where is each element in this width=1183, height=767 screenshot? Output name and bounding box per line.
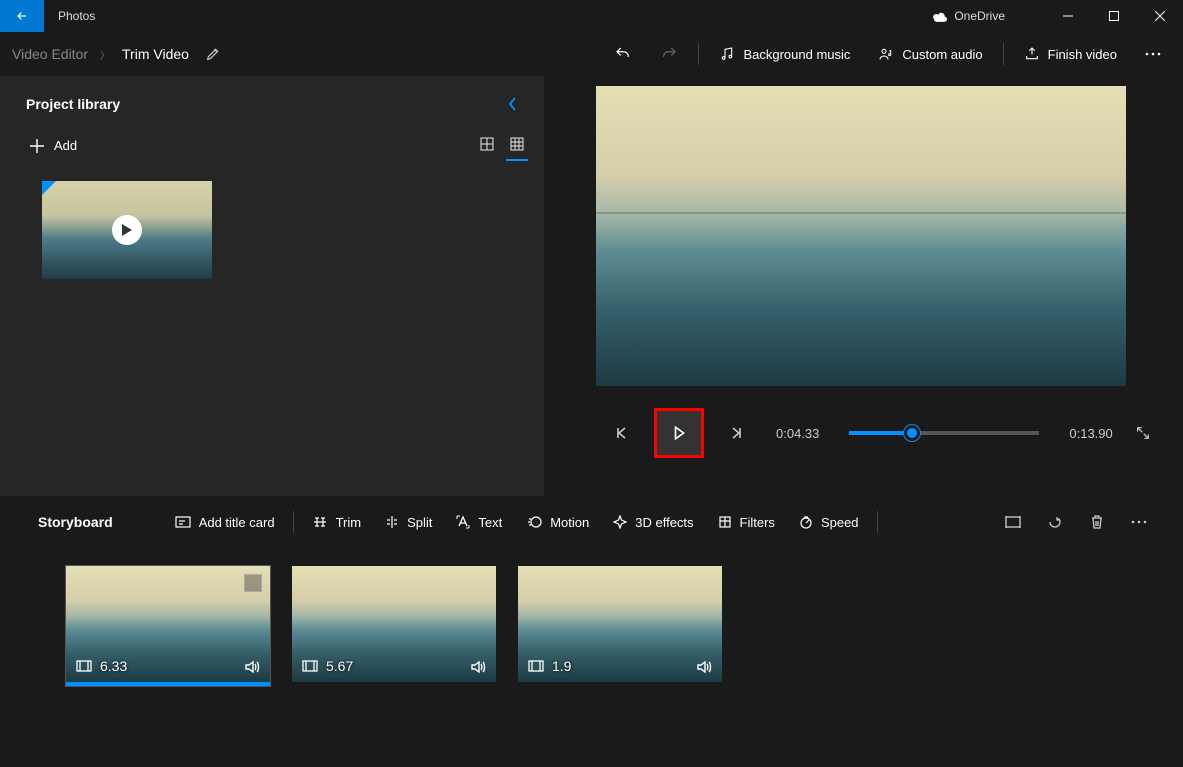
close-button[interactable] xyxy=(1137,0,1183,32)
background-music-button[interactable]: Background music xyxy=(705,32,864,76)
plus-icon xyxy=(30,139,44,153)
redo-button xyxy=(646,32,692,76)
storyboard-clip[interactable]: 5.67 xyxy=(292,566,496,686)
text-button[interactable]: Text xyxy=(444,496,514,548)
split-button[interactable]: Split xyxy=(373,496,444,548)
app-title: Photos xyxy=(58,9,95,23)
export-icon xyxy=(1024,46,1040,62)
titlebar: Photos OneDrive xyxy=(0,0,1183,32)
speed-button[interactable]: Speed xyxy=(787,496,871,548)
volume-icon[interactable] xyxy=(696,660,712,674)
onedrive-status[interactable]: OneDrive xyxy=(932,9,1005,23)
clip-icon xyxy=(528,660,544,672)
clip-icon xyxy=(302,660,318,672)
clip-duration: 5.67 xyxy=(302,658,353,674)
library-clip[interactable] xyxy=(42,181,212,279)
cloud-icon xyxy=(932,11,948,22)
play-overlay-icon xyxy=(112,215,142,245)
trim-button[interactable]: Trim xyxy=(300,496,374,548)
back-button[interactable] xyxy=(0,0,44,32)
custom-audio-button[interactable]: Custom audio xyxy=(864,32,996,76)
clip-duration: 6.33 xyxy=(76,658,127,674)
view-small-button[interactable] xyxy=(510,137,524,155)
playback-controls: 0:04.33 0:13.90 xyxy=(596,408,1159,458)
library-title: Project library xyxy=(26,96,120,112)
text-icon xyxy=(456,515,470,529)
chevron-right-icon: 〉 xyxy=(100,47,110,62)
3d-effects-button[interactable]: 3D effects xyxy=(601,496,705,548)
fullscreen-button[interactable] xyxy=(1135,425,1151,441)
sparkle-icon xyxy=(613,515,627,529)
resize-button[interactable] xyxy=(999,508,1027,536)
volume-icon[interactable] xyxy=(470,660,486,674)
more-button[interactable] xyxy=(1131,32,1175,76)
volume-icon[interactable] xyxy=(244,660,260,674)
minimize-button[interactable] xyxy=(1045,0,1091,32)
music-icon xyxy=(719,46,735,62)
clip-duration: 1.9 xyxy=(528,658,571,674)
storyboard-clip[interactable]: 6.33 xyxy=(66,566,270,686)
clip-icon xyxy=(76,660,92,672)
collapse-library-button[interactable] xyxy=(508,96,518,112)
storyboard-more-button[interactable] xyxy=(1125,508,1153,536)
next-frame-button[interactable] xyxy=(718,415,754,451)
seek-thumb[interactable] xyxy=(904,425,920,441)
delete-button[interactable] xyxy=(1083,508,1111,536)
finish-video-button[interactable]: Finish video xyxy=(1010,32,1131,76)
play-button[interactable] xyxy=(654,408,704,458)
person-audio-icon xyxy=(878,46,894,62)
breadcrumb-root[interactable]: Video Editor xyxy=(12,46,88,62)
seek-slider[interactable] xyxy=(849,431,1039,435)
maximize-button[interactable] xyxy=(1091,0,1137,32)
filters-icon xyxy=(718,515,732,529)
total-time: 0:13.90 xyxy=(1069,426,1112,441)
speed-icon xyxy=(799,515,813,529)
storyboard-panel: Storyboard Add title card Trim Split Tex… xyxy=(0,496,1183,686)
split-icon xyxy=(385,515,399,529)
view-large-button[interactable] xyxy=(480,137,494,155)
trim-icon xyxy=(312,515,328,529)
filters-button[interactable]: Filters xyxy=(706,496,787,548)
undo-button[interactable] xyxy=(600,32,646,76)
top-toolbar: Video Editor 〉 Trim Video Background mus… xyxy=(0,32,1183,76)
clips-strip: 6.33 5.67 1.9 xyxy=(0,548,1183,686)
preview-panel: 0:04.33 0:13.90 xyxy=(544,76,1183,496)
rename-button[interactable] xyxy=(205,46,221,62)
ellipsis-icon xyxy=(1145,52,1161,56)
motion-icon xyxy=(526,515,542,529)
previous-frame-button[interactable] xyxy=(604,415,640,451)
video-preview[interactable] xyxy=(596,86,1126,386)
title-card-icon xyxy=(175,516,191,528)
breadcrumb-current: Trim Video xyxy=(122,46,189,62)
storyboard-clip[interactable]: 1.9 xyxy=(518,566,722,686)
project-library-panel: Project library Add xyxy=(0,76,544,496)
add-media-button[interactable]: Add xyxy=(20,132,87,159)
current-time: 0:04.33 xyxy=(776,426,819,441)
motion-button[interactable]: Motion xyxy=(514,496,601,548)
storyboard-title: Storyboard xyxy=(38,514,113,530)
add-title-card-button[interactable]: Add title card xyxy=(163,496,287,548)
breadcrumb: Video Editor 〉 Trim Video xyxy=(12,46,189,62)
rotate-button[interactable] xyxy=(1041,508,1069,536)
